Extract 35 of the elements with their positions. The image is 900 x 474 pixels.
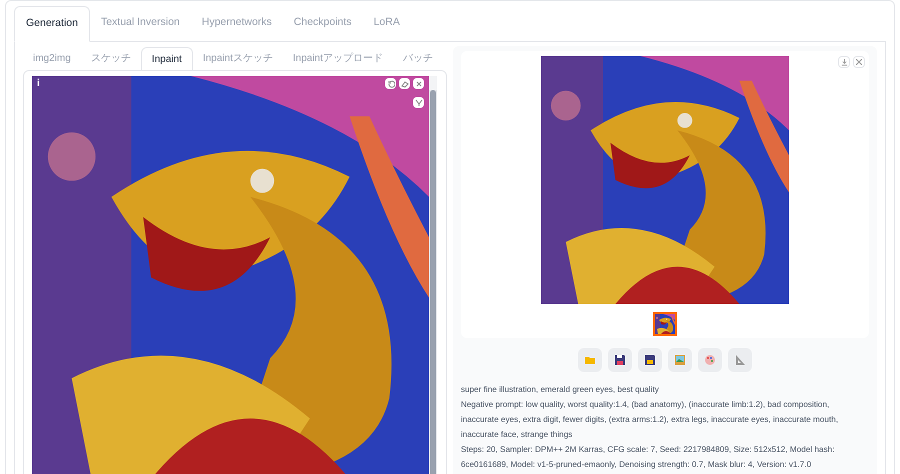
- close-icon: [856, 59, 862, 65]
- eraser-icon: [400, 80, 408, 88]
- tab[interactable]: バッチ: [392, 46, 443, 70]
- tab[interactable]: Inpaintスケッチ: [192, 46, 283, 70]
- triangle-ruler-icon: [734, 354, 746, 366]
- undo-button[interactable]: [385, 78, 396, 89]
- image-button[interactable]: [668, 348, 692, 372]
- download-icon: [840, 58, 848, 66]
- tab[interactable]: Inpaint: [140, 47, 193, 71]
- tab[interactable]: Inpaintアップロード: [282, 46, 393, 70]
- thumbnail[interactable]: [652, 312, 677, 336]
- tab[interactable]: LoRA: [362, 5, 411, 41]
- landscape-icon: [674, 354, 686, 366]
- palette-icon: [704, 354, 716, 366]
- tab[interactable]: img2img: [23, 46, 81, 70]
- zip-button[interactable]: [638, 348, 662, 372]
- scrollbar[interactable]: [429, 76, 437, 474]
- close-button[interactable]: [853, 56, 865, 68]
- info-label: i: [37, 77, 40, 91]
- tab[interactable]: Hypernetworks: [190, 5, 283, 41]
- close-icon: [414, 80, 422, 88]
- save-button[interactable]: [608, 348, 632, 372]
- info-text: super fine illustration, emerald green eyes, best quality: [460, 384, 660, 396]
- tab[interactable]: Generation: [14, 6, 90, 42]
- download-button[interactable]: [838, 56, 850, 68]
- undo-icon: [386, 80, 394, 88]
- info-text: Steps: 20, Sampler: DPM++ 2M Karras, CFG scale: 7, Seed: 2217984809, Size: 512x512, Model hash: 6ce0161689, Model: v1-5-pruned-emaonly, Denoising strength: 0.7, Mask blur: 4, Version: v1.7.0: [460, 444, 836, 471]
- tab[interactable]: Checkpoints: [282, 5, 363, 41]
- info-text: Negative prompt: low quality, worst quality:1.4, (bad anatomy), (inaccurate limb:1.2), bad composition, inaccurate eyes, extra digit, fewer digits, (extra arms:1.2), extra legs, inaccurate eyes, inaccurate mouth, inaccurate face, strange things: [460, 399, 840, 441]
- ruler-button[interactable]: [728, 348, 752, 372]
- folder-icon: [584, 354, 596, 366]
- close-button[interactable]: [413, 78, 424, 89]
- tab[interactable]: Textual Inversion: [90, 5, 191, 41]
- tab[interactable]: スケッチ: [80, 46, 141, 70]
- eraser-button[interactable]: [399, 78, 410, 89]
